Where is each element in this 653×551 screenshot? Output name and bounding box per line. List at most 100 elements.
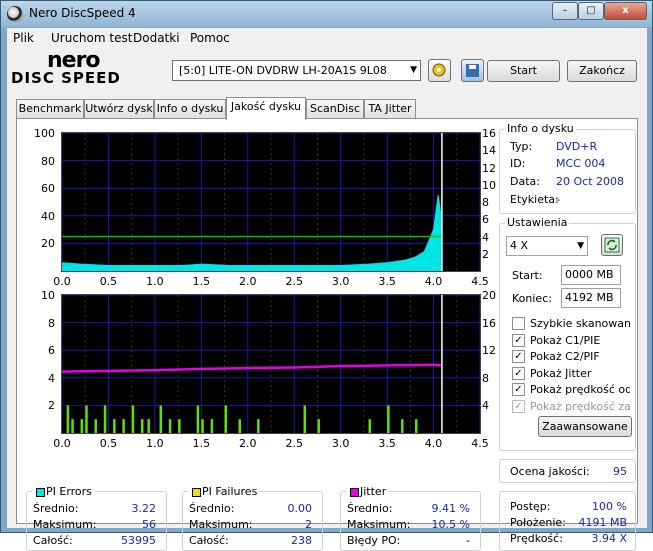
- pif-bar: [210, 419, 214, 433]
- pif-bar: [140, 419, 144, 433]
- pif-bar: [368, 419, 372, 433]
- disc-date-label: Data:: [510, 175, 540, 188]
- speed-value: 3.94 X: [591, 532, 627, 545]
- disc-type-value: DVD+R: [556, 140, 598, 153]
- position-value: 4191 MB: [578, 516, 627, 529]
- close-button[interactable]: x: [604, 2, 647, 20]
- pi-errors-group: PI Errors Średnio: 3.22 Maksimum: 56 Cał…: [26, 485, 167, 551]
- y-tick-left: 10: [41, 289, 55, 302]
- pie-max-value: 56: [142, 518, 156, 531]
- quality-value: 95: [613, 465, 627, 478]
- y-tick-left: 100: [34, 127, 55, 140]
- nero-logo: nero DISC SPEED: [11, 48, 159, 88]
- pie-avg-label: Średnio:: [33, 502, 79, 515]
- checkbox-label-2: Pokaż C2/PIF: [530, 350, 600, 363]
- floppy-icon: [466, 64, 479, 77]
- checkbox-label-1: Pokaż C1/PIE: [530, 333, 601, 347]
- menu-plik[interactable]: Plik: [13, 31, 34, 45]
- x-tick: 1.5: [192, 275, 211, 288]
- progress-group: Postęp: 100 % Położenie: 4191 MB Prędkoś…: [499, 491, 636, 551]
- quality-group: Ocena jakości: 95: [499, 459, 636, 483]
- pie-total-label: Całość:: [33, 534, 73, 547]
- po-errors-label: Błędy PO:: [347, 534, 401, 547]
- disc-id-label: ID:: [510, 157, 526, 170]
- start-button[interactable]: Start: [487, 60, 560, 82]
- pif-bar: [414, 419, 418, 433]
- x-tick: 0.0: [53, 275, 71, 288]
- jitter-avg-value: 9.41 %: [431, 502, 470, 515]
- end-button[interactable]: Zakończ: [567, 60, 637, 82]
- maximize-button[interactable]: □: [578, 2, 604, 20]
- checkbox-3[interactable]: ✓: [512, 366, 525, 380]
- checkbox-1[interactable]: ✓: [512, 333, 525, 347]
- minimize-button[interactable]: –: [552, 2, 578, 20]
- disc-id-value: MCC 004: [556, 157, 606, 170]
- save-button[interactable]: [461, 59, 484, 82]
- drive-select[interactable]: [5:0] LITE-ON DVDRW LH-20A1S 9L08 ▼: [172, 60, 421, 81]
- jitter-avg-label: Średnio:: [347, 502, 393, 515]
- checkbox-label-5: Pokaż prędkość zapisu: [530, 399, 630, 413]
- pif-bar: [147, 419, 150, 433]
- pie-series-area: [61, 195, 442, 272]
- checkbox-0[interactable]: [512, 317, 525, 330]
- pif-bar: [66, 405, 70, 433]
- title-bar[interactable]: Nero DiscSpeed 4 – □ x: [1, 1, 652, 27]
- pif-bar: [196, 405, 200, 433]
- pif-bar: [80, 419, 84, 433]
- refresh-speed-button[interactable]: [601, 234, 623, 256]
- x-tick: 3.5: [378, 437, 396, 450]
- pif-bar: [122, 419, 125, 433]
- drive-info-button[interactable]: [428, 59, 451, 82]
- window-title: Nero DiscSpeed 4: [29, 6, 136, 20]
- pif-bar: [303, 405, 307, 433]
- settings-title: Ustawienia: [505, 216, 570, 229]
- menu-dodatki[interactable]: Dodatki: [133, 31, 180, 45]
- x-tick: 1.0: [146, 275, 164, 288]
- checkbox-label-0: Szybkie skanowanie: [530, 317, 630, 330]
- x-tick: 1.5: [192, 437, 211, 450]
- checkbox-4[interactable]: ✓: [512, 383, 525, 396]
- tab-utworz-dysk[interactable]: Utwórz dysk: [84, 99, 154, 119]
- checkbox-2[interactable]: ✓: [512, 350, 525, 363]
- tab-info-o-dysku[interactable]: Info o dysku: [154, 99, 226, 119]
- pif-avg-label: Średnio:: [189, 502, 235, 515]
- app-window: Nero DiscSpeed 4 – □ x Plik Uruchom test…: [0, 0, 653, 551]
- chevron-down-icon: ▼: [577, 241, 584, 251]
- end-input[interactable]: 4192 MB: [561, 288, 621, 308]
- drive-gear-icon: [432, 63, 446, 77]
- pif-chart: [61, 294, 481, 434]
- quality-panel: 100 80 60 40 20 16 14 12 10 8 6 4 2 0.0 0.5 1.0 1.5 2.0 2.…: [16, 118, 638, 551]
- y-tick-left: 60: [41, 182, 55, 196]
- y-tick-left: 40: [41, 209, 55, 223]
- pif-bar: [168, 419, 172, 433]
- jitter-max-label: Maksimum:: [347, 518, 411, 531]
- client-area: Plik Uruchom test Dodatki Pomoc nero DIS…: [7, 28, 647, 551]
- progress-label: Postęp:: [510, 500, 551, 513]
- checkbox-5: ✓: [512, 399, 525, 413]
- tab-scandisc[interactable]: ScanDisc: [306, 99, 364, 119]
- x-tick: 4.5: [471, 437, 489, 450]
- pif-bar: [85, 405, 88, 433]
- tab-benchmark[interactable]: Benchmark: [16, 99, 84, 119]
- pie-total-value: 53995: [121, 534, 156, 547]
- start-input[interactable]: 0000 MB: [561, 265, 621, 285]
- pif-bar: [224, 405, 228, 433]
- pif-bar: [103, 405, 107, 433]
- pif-total-value: 238: [291, 534, 312, 547]
- x-tick: 2.0: [239, 275, 257, 288]
- menu-pomoc[interactable]: Pomoc: [190, 31, 230, 45]
- pif-bar: [201, 419, 204, 433]
- x-tick: 0.5: [99, 275, 118, 288]
- tab-ta-jitter[interactable]: TA Jitter: [364, 99, 416, 119]
- speed-select-value: 4 X: [510, 239, 529, 252]
- pif-bar: [178, 419, 181, 433]
- disc-label-label: Etykieta:: [510, 193, 559, 206]
- jitter-group: Jitter Średnio: 9.41 % Maksimum: 10.5 % …: [340, 485, 481, 551]
- refresh-icon: [604, 237, 620, 253]
- x-tick: 2.5: [285, 437, 303, 450]
- advanced-button[interactable]: Zaawansowane: [538, 416, 632, 437]
- tab-jakosc-dysku[interactable]: Jakość dysku: [226, 97, 306, 120]
- menu-uruchom-test[interactable]: Uruchom test: [51, 31, 132, 45]
- speed-select[interactable]: 4 X ▼: [506, 236, 588, 256]
- y-tick-left: 80: [41, 154, 55, 168]
